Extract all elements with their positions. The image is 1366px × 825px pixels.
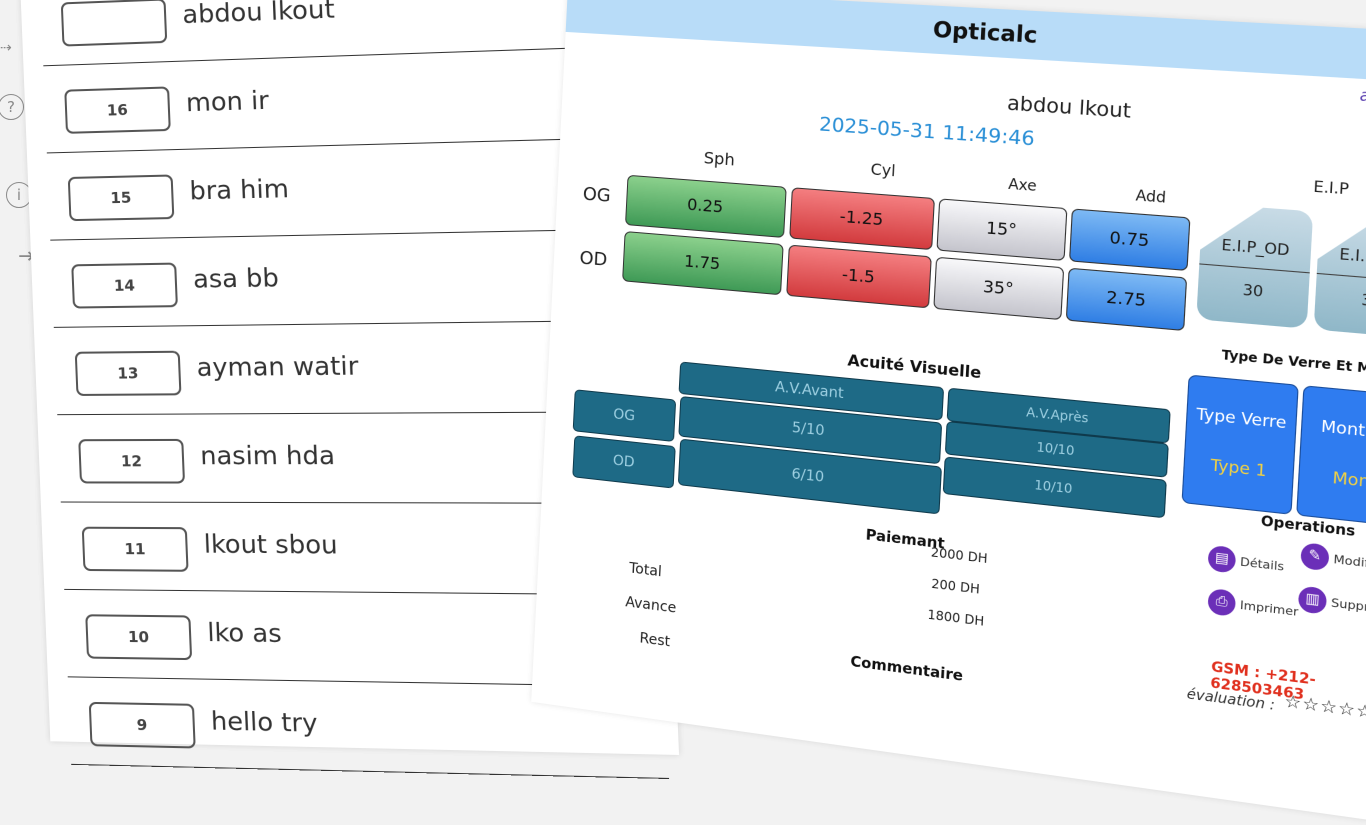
supprimer-label: Supprimer — [1330, 595, 1366, 618]
patient-name: ayman watir — [196, 350, 359, 383]
modifier-button[interactable]: ✎ Modifier — [1300, 542, 1366, 578]
eip-od-label: E.I.P_OD — [1220, 237, 1290, 260]
acuite-title: Acuité Visuelle — [847, 350, 982, 383]
og-add: 0.75 — [1068, 208, 1191, 272]
imprimer-button[interactable]: ⎙ Imprimer — [1207, 587, 1299, 625]
eip-og-label: E.I.P_OG — [1338, 246, 1366, 270]
row-og: OG — [582, 183, 612, 207]
type-verre-label: Type Verre — [1195, 404, 1287, 433]
print-icon: ⎙ — [1207, 587, 1237, 617]
patient-number: 11 — [81, 526, 189, 572]
patient-name: lko as — [206, 617, 283, 649]
av-og-label: OG — [572, 389, 677, 442]
patient-name: nasim hda — [199, 440, 336, 471]
current-user: abdouLk — [1359, 85, 1366, 110]
details-button[interactable]: ▤ Détails — [1207, 544, 1285, 580]
patient-name: hello try — [210, 706, 319, 738]
patient-number: 10 — [85, 614, 193, 661]
col-cyl: Cyl — [870, 159, 897, 181]
patient-name: abdou lkout — [181, 0, 336, 30]
col-sph: Sph — [703, 148, 736, 170]
eip-od-card: E.I.P_OD 30 — [1196, 203, 1313, 329]
patient-number: 16 — [64, 86, 171, 134]
og-axe: 15° — [936, 198, 1068, 261]
avance-value: 200 DH — [930, 576, 981, 597]
patient-name: asa bb — [192, 262, 280, 294]
og-cyl: -1.25 — [789, 187, 935, 251]
eip-og-card: E.I.P_OG 31 — [1314, 212, 1366, 339]
delete-icon: ▥ — [1297, 585, 1328, 615]
visit-datetime: 2025-05-31 11:49:46 — [818, 112, 1036, 151]
og-sph: 0.25 — [624, 174, 787, 239]
eip-og-divider — [1317, 273, 1366, 283]
total-value: 2000 DH — [930, 544, 988, 567]
eip-od-divider — [1199, 263, 1310, 273]
patient-name: mon ir — [185, 85, 270, 118]
od-cyl: -1.5 — [786, 244, 932, 309]
rest-label: Rest — [639, 630, 671, 651]
monture-label: Monture — [1320, 416, 1366, 444]
patient-number: 14 — [71, 262, 178, 309]
type-section-title: Type De Verre Et Monture — [1221, 347, 1366, 382]
type-verre-card[interactable]: Type Verre Type 1 — [1181, 374, 1299, 515]
edit-icon: ✎ — [1300, 542, 1330, 572]
od-sph: 1.75 — [622, 231, 784, 296]
col-axe: Axe — [1007, 176, 1038, 196]
row-od: OD — [579, 247, 608, 271]
share-icon[interactable]: ⇢ — [0, 40, 12, 56]
imprimer-label: Imprimer — [1239, 597, 1299, 619]
eip-title: E.I.P — [1312, 178, 1350, 199]
eip-od-value: 30 — [1242, 282, 1264, 302]
patient-number — [60, 0, 168, 47]
eip-og-value: 31 — [1360, 291, 1366, 312]
help-icon[interactable]: ? — [0, 94, 24, 120]
patient-name-title: abdou lkout — [1006, 91, 1132, 124]
av-od-label: OD — [572, 435, 676, 489]
patient-number: 12 — [78, 438, 186, 484]
modifier-label: Modifier — [1333, 551, 1366, 572]
patient-number: 9 — [88, 701, 196, 749]
od-add: 2.75 — [1065, 267, 1188, 332]
od-axe: 35° — [933, 256, 1065, 321]
patient-row[interactable]: 16 mon ir — [43, 46, 643, 154]
patient-name: lkout sbou — [203, 529, 339, 560]
patient-number: 15 — [67, 174, 175, 222]
supprimer-button[interactable]: ▥ Supprimer — [1297, 585, 1366, 623]
rest-value: 1800 DH — [927, 607, 985, 629]
total-label: Total — [628, 560, 663, 581]
patient-detail-panel: Opticalc abdouLk abdou lkout 2025-05-31 … — [531, 0, 1366, 825]
patient-name: bra him — [188, 173, 290, 206]
details-label: Détails — [1239, 554, 1285, 574]
document-icon: ▤ — [1207, 544, 1237, 574]
type-verre-value: Type 1 — [1210, 455, 1268, 481]
patient-number: 13 — [74, 350, 182, 396]
col-add: Add — [1135, 187, 1167, 207]
app-title: Opticalc — [565, 0, 1366, 84]
monture-value: Mont — [1331, 467, 1366, 493]
monture-card[interactable]: Monture Mont — [1296, 385, 1366, 528]
avance-label: Avance — [624, 594, 677, 617]
commentaire-title: Commentaire — [850, 653, 964, 685]
